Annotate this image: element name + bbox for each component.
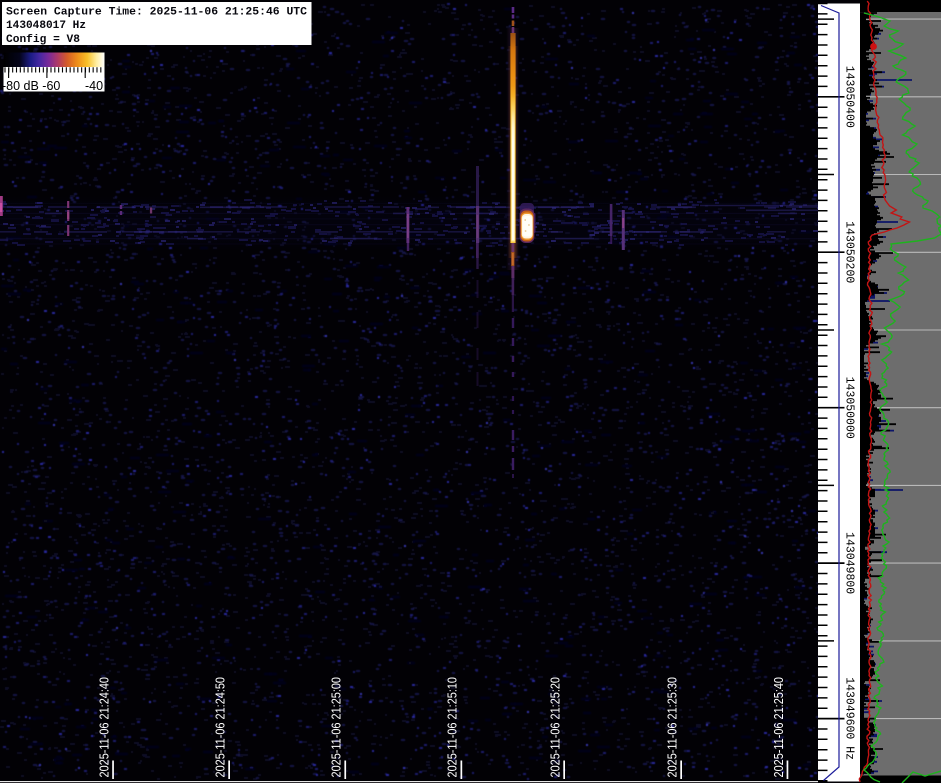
svg-text:143050200: 143050200: [843, 221, 856, 283]
svg-text:2025-11-06 21:25:20: 2025-11-06 21:25:20: [548, 677, 563, 778]
svg-text:-40: -40: [85, 79, 103, 93]
svg-text:Screen Capture Time: 2025-11-0: Screen Capture Time: 2025-11-06 21:25:46…: [6, 6, 307, 18]
svg-text:Config = V8: Config = V8: [6, 34, 80, 46]
svg-text:2025-11-06 21:25:40: 2025-11-06 21:25:40: [771, 677, 786, 778]
svg-text:2025-11-06 21:24:50: 2025-11-06 21:24:50: [213, 677, 228, 778]
svg-text:143050000: 143050000: [843, 377, 856, 439]
svg-text:143050400: 143050400: [843, 66, 856, 128]
svg-text:2025-11-06 21:25:00: 2025-11-06 21:25:00: [329, 677, 344, 778]
svg-text:143048017 Hz: 143048017 Hz: [6, 20, 86, 32]
svg-text:2025-11-06 21:25:30: 2025-11-06 21:25:30: [665, 677, 680, 778]
svg-text:143049600 Hz: 143049600 Hz: [843, 677, 856, 760]
svg-text:-80 dB -60: -80 dB -60: [2, 79, 60, 93]
svg-text:143049800: 143049800: [843, 532, 856, 594]
svg-text:2025-11-06 21:24:40: 2025-11-06 21:24:40: [96, 677, 111, 778]
svg-text:2025-11-06 21:25:10: 2025-11-06 21:25:10: [445, 677, 460, 778]
